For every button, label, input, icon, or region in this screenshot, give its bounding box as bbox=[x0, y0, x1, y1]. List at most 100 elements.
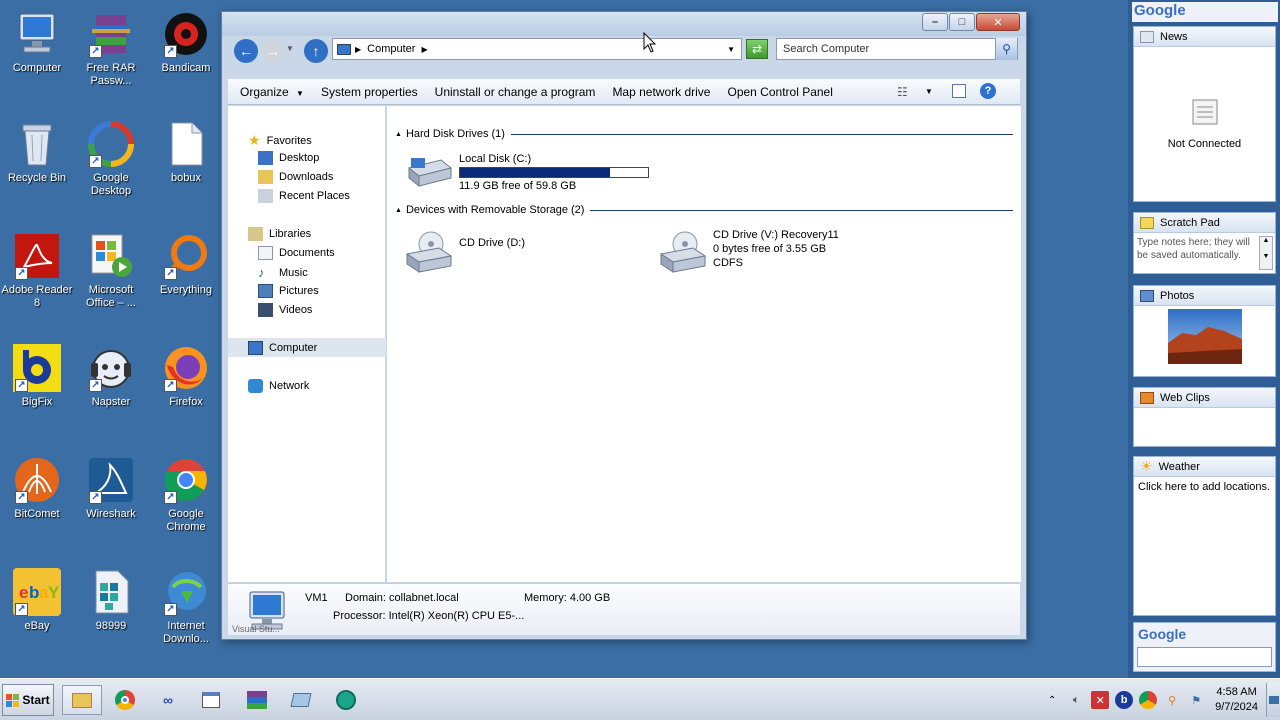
open-control-panel-button[interactable]: Open Control Panel bbox=[727, 85, 832, 99]
clock-date: 9/7/2024 bbox=[1215, 701, 1258, 713]
news-gadget[interactable]: News Not Connected bbox=[1133, 26, 1276, 202]
photos-gadget[interactable]: Photos bbox=[1133, 285, 1276, 377]
nav-label: Videos bbox=[279, 304, 313, 316]
clock[interactable]: 4:58 AM 9/7/2024 bbox=[1215, 685, 1258, 715]
group-removable-storage[interactable]: ▲ Devices with Removable Storage (2) bbox=[395, 204, 1013, 216]
desktop-icon-ebay[interactable]: ebaY ↗ eBay bbox=[0, 568, 74, 633]
search-icon[interactable]: ⚲ bbox=[995, 38, 1017, 60]
desktop-icon-bigfix[interactable]: ↗ BigFix bbox=[0, 344, 74, 409]
address-location-dropdown-icon[interactable]: ▶ bbox=[421, 45, 427, 54]
close-button[interactable]: ✕ bbox=[976, 13, 1020, 31]
desktop-icon-recycle-bin[interactable]: Recycle Bin bbox=[0, 120, 74, 185]
volume-icon[interactable]: 🔈︎ bbox=[1067, 691, 1085, 709]
nav-computer[interactable]: Computer bbox=[228, 338, 386, 357]
scratch-pad-textarea[interactable]: Type notes here; they will be saved auto… bbox=[1137, 236, 1255, 270]
desktop-icon-everything[interactable]: ↗ Everything bbox=[149, 232, 223, 297]
history-dropdown-icon[interactable]: ▼ bbox=[286, 44, 294, 53]
up-button[interactable]: ↑ bbox=[304, 39, 328, 63]
google-search-input[interactable] bbox=[1137, 647, 1272, 667]
internet-download-manager-icon: ↗ bbox=[162, 568, 210, 616]
chrome-tray-icon[interactable] bbox=[1139, 691, 1158, 709]
organize-menu[interactable]: Organize ▼ bbox=[240, 85, 304, 99]
show-hidden-icons-icon[interactable]: ⌃ bbox=[1043, 691, 1061, 709]
maximize-button[interactable]: □ bbox=[949, 13, 975, 31]
drive-cd-v[interactable]: CD Drive (V:) Recovery11 0 bytes free of… bbox=[659, 228, 839, 274]
desktop-icon-bandicam[interactable]: ↗ Bandicam bbox=[149, 10, 223, 75]
view-dropdown-icon[interactable]: ▼ bbox=[925, 87, 933, 96]
desktop-icon-napster[interactable]: ↗ Napster bbox=[74, 344, 148, 409]
desktop-icon-free-rar[interactable]: ↗ Free RAR Passw... bbox=[74, 10, 148, 88]
desktop-icon-bobux[interactable]: bobux bbox=[149, 120, 223, 185]
scroll-down-icon[interactable]: ▼ bbox=[1260, 253, 1272, 260]
nav-label: Downloads bbox=[279, 171, 334, 183]
scratch-pad-gadget[interactable]: Scratch Pad Type notes here; they will b… bbox=[1133, 212, 1276, 274]
drive-local-disk-c[interactable]: Local Disk (C:) 11.9 GB free of 59.8 GB bbox=[405, 152, 649, 193]
drive-usage-fill bbox=[460, 168, 611, 177]
google-search-gadget: Google bbox=[1133, 622, 1276, 672]
desktop-icon-google-chrome[interactable]: ↗ Google Chrome bbox=[149, 456, 223, 534]
web-clips-gadget[interactable]: Web Clips bbox=[1133, 387, 1276, 447]
address-history-dropdown-icon[interactable]: ▼ bbox=[727, 45, 735, 54]
start-button[interactable]: Start bbox=[2, 684, 54, 716]
nav-downloads[interactable]: Downloads bbox=[258, 170, 333, 184]
weather-add-locations[interactable]: Click here to add locations. bbox=[1134, 477, 1275, 497]
google-logo-text: Google bbox=[1134, 2, 1186, 19]
desktop-icon-wireshark[interactable]: ↗ Wireshark bbox=[74, 456, 148, 521]
desktop-icon-98999[interactable]: 98999 bbox=[74, 568, 148, 633]
slideshow-photo[interactable] bbox=[1168, 309, 1242, 364]
weather-gadget[interactable]: ☀ Weather Click here to add locations. bbox=[1133, 456, 1276, 616]
shortcut-arrow-icon: ↗ bbox=[15, 267, 28, 280]
taskbar-winrar[interactable] bbox=[242, 685, 272, 715]
nav-music[interactable]: ♪ Music bbox=[258, 265, 308, 280]
taskbar-chrome[interactable] bbox=[110, 685, 140, 715]
nav-documents[interactable]: Documents bbox=[258, 246, 335, 260]
taskbar-explorer[interactable] bbox=[62, 685, 102, 715]
taskbar-app-green[interactable] bbox=[331, 685, 361, 715]
forward-button[interactable]: → bbox=[261, 39, 285, 63]
ebay-icon: ebaY ↗ bbox=[13, 568, 61, 616]
change-view-button[interactable]: ☷ bbox=[897, 85, 908, 99]
nav-favorites[interactable]: ★ Favorites bbox=[248, 132, 312, 149]
back-button[interactable]: ← bbox=[234, 39, 258, 63]
search-input[interactable]: Search Computer bbox=[783, 43, 869, 55]
help-icon[interactable]: ? bbox=[980, 83, 996, 99]
text-file-icon bbox=[162, 120, 210, 168]
scratch-pad-scrollbar[interactable]: ▲ ▼ bbox=[1259, 236, 1273, 270]
desktop-icon-label: 98999 bbox=[95, 620, 127, 632]
taskbar-app-link[interactable]: ∞ bbox=[153, 685, 183, 715]
system-properties-button[interactable]: System properties bbox=[321, 85, 418, 99]
desktop-icon-bitcomet[interactable]: ↗ BitComet bbox=[0, 456, 74, 521]
drive-cd-d[interactable]: CD Drive (D:) bbox=[405, 228, 525, 274]
desktop-icon-adobe-reader[interactable]: ↗ Adobe Reader 8 bbox=[0, 232, 74, 310]
desktop-icon-microsoft-office[interactable]: Microsoft Office – ... bbox=[74, 232, 148, 310]
nav-videos[interactable]: Videos bbox=[258, 303, 312, 317]
nav-libraries[interactable]: Libraries bbox=[248, 227, 311, 241]
search-box[interactable]: Search Computer ⚲ bbox=[776, 38, 1018, 60]
network-status-icon[interactable]: ✕ bbox=[1091, 691, 1110, 709]
desktop-icon-firefox[interactable]: ↗ Firefox bbox=[149, 344, 223, 409]
uninstall-program-button[interactable]: Uninstall or change a program bbox=[435, 85, 596, 99]
taskbar-app-window[interactable] bbox=[196, 685, 226, 715]
nav-pictures[interactable]: Pictures bbox=[258, 284, 319, 298]
scroll-up-icon[interactable]: ▲ bbox=[1260, 237, 1272, 244]
search-tray-icon[interactable]: ⚲ bbox=[1163, 691, 1181, 709]
nav-network[interactable]: Network bbox=[248, 379, 309, 393]
bigfix-tray-icon[interactable]: b bbox=[1115, 691, 1134, 709]
address-bar[interactable]: ▶ Computer ▶ ▼ bbox=[332, 38, 742, 60]
minimize-button[interactable]: – bbox=[922, 13, 948, 31]
flag-tray-icon[interactable]: ⚑ bbox=[1187, 691, 1205, 709]
nav-recent-places[interactable]: Recent Places bbox=[258, 189, 350, 203]
window-titlebar[interactable]: – □ ✕ bbox=[222, 12, 1026, 36]
desktop-icon-internet-download[interactable]: ↗ Internet Downlo... bbox=[149, 568, 223, 646]
map-network-drive-button[interactable]: Map network drive bbox=[612, 85, 710, 99]
taskbar-app-tablet[interactable] bbox=[286, 685, 316, 715]
desktop-icon-google-desktop[interactable]: ↗ Google Desktop bbox=[74, 120, 148, 198]
show-desktop-button[interactable] bbox=[1266, 683, 1280, 717]
nav-desktop[interactable]: Desktop bbox=[258, 151, 319, 165]
refresh-button[interactable]: ⇄ bbox=[746, 39, 768, 59]
group-hard-disk-drives[interactable]: ▲ Hard Disk Drives (1) bbox=[395, 128, 1013, 140]
desktop-icon-computer[interactable]: Computer bbox=[0, 10, 74, 75]
group-label: Hard Disk Drives (1) bbox=[405, 128, 505, 140]
preview-pane-button[interactable] bbox=[952, 84, 966, 98]
hard-drive-icon bbox=[407, 158, 453, 188]
